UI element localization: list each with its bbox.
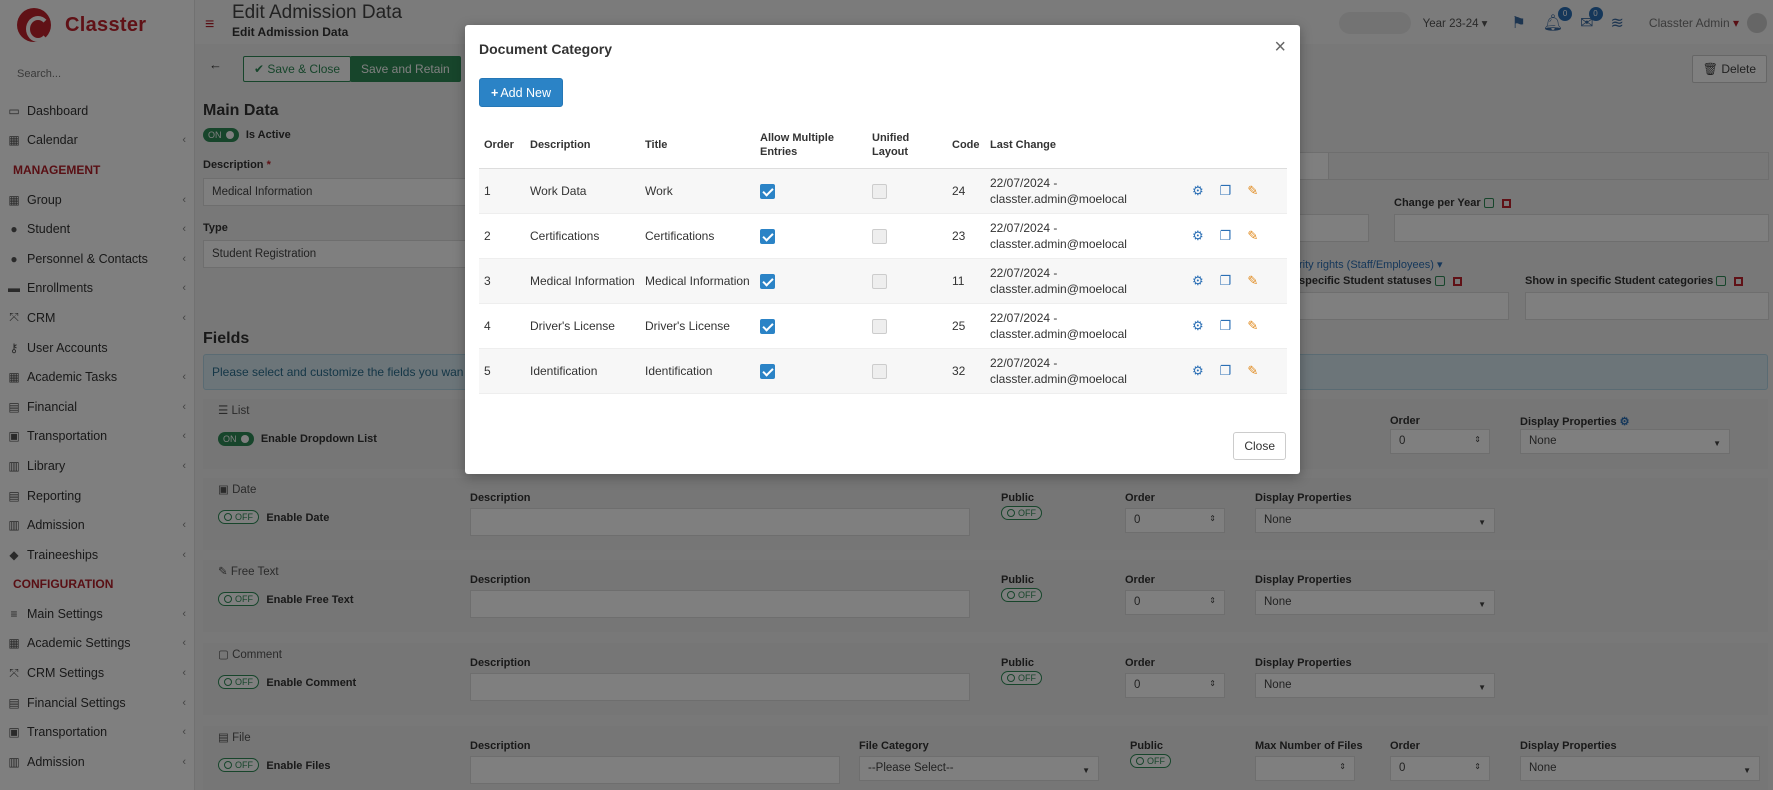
cell-description: Driver's License (525, 303, 640, 349)
cell-title: Certifications (640, 213, 755, 259)
cell-unified-layout (867, 348, 947, 394)
manage-fields-icon[interactable]: ⚙ (1192, 273, 1204, 289)
copy-icon[interactable]: ❐ (1220, 363, 1232, 379)
allow-multiple-checkbox[interactable] (760, 228, 775, 244)
cell-description: Certifications (525, 213, 640, 259)
copy-icon[interactable]: ❐ (1220, 183, 1232, 199)
col-description[interactable]: Description (525, 122, 640, 169)
col-last-change[interactable]: Last Change (985, 122, 1187, 169)
table-body: 1 Work Data Work 24 22/07/2024 - classter.ad… (479, 168, 1287, 394)
allow-multiple-checkbox[interactable] (760, 318, 775, 334)
edit-pencil-icon[interactable]: ✎ (1247, 183, 1258, 199)
cell-code: 25 (947, 303, 985, 349)
copy-icon[interactable]: ❐ (1220, 228, 1232, 244)
document-category-table: Order Description Title Allow Multiple E… (479, 122, 1287, 394)
edit-pencil-icon[interactable]: ✎ (1247, 273, 1258, 289)
cell-title: Work (640, 168, 755, 214)
col-allow-multiple[interactable]: Allow Multiple Entries (755, 122, 867, 169)
cell-unified-layout (867, 258, 947, 304)
table-row[interactable]: 4 Driver's License Driver's License 25 22/07… (479, 303, 1287, 349)
unified-layout-checkbox[interactable] (872, 228, 887, 244)
unified-layout-checkbox[interactable] (872, 363, 887, 379)
col-actions (1187, 122, 1287, 169)
cell-allow-multiple (755, 303, 867, 349)
cell-allow-multiple (755, 168, 867, 214)
cell-order: 2 (479, 213, 525, 259)
allow-multiple-checkbox[interactable] (760, 273, 775, 289)
cell-code: 24 (947, 168, 985, 214)
manage-fields-icon[interactable]: ⚙ (1192, 228, 1204, 244)
unified-layout-checkbox[interactable] (872, 183, 887, 199)
document-category-modal: Document Category × + Add New Order Descr… (465, 25, 1300, 474)
manage-fields-icon[interactable]: ⚙ (1192, 363, 1204, 379)
cell-code: 32 (947, 348, 985, 394)
cell-description: Work Data (525, 168, 640, 214)
cell-title: Medical Information (640, 258, 755, 304)
cell-description: Identification (525, 348, 640, 394)
cell-code: 23 (947, 213, 985, 259)
edit-pencil-icon[interactable]: ✎ (1247, 363, 1258, 379)
col-code[interactable]: Code (947, 122, 985, 169)
cell-unified-layout (867, 303, 947, 349)
cell-order: 4 (479, 303, 525, 349)
table-row[interactable]: 3 Medical Information Medical Information 1… (479, 258, 1287, 304)
copy-icon[interactable]: ❐ (1220, 273, 1232, 289)
modal-title: Document Category (479, 41, 613, 57)
edit-pencil-icon[interactable]: ✎ (1247, 318, 1258, 334)
cell-title: Identification (640, 348, 755, 394)
cell-last-change: 22/07/2024 - classter.admin@moelocal (985, 168, 1187, 214)
unified-layout-checkbox[interactable] (872, 273, 887, 289)
close-icon[interactable]: × (1274, 37, 1286, 57)
cell-actions: ⚙ ❐ ✎ (1187, 303, 1287, 349)
cell-allow-multiple (755, 258, 867, 304)
allow-multiple-checkbox[interactable] (760, 183, 775, 199)
cell-last-change: 22/07/2024 - classter.admin@moelocal (985, 303, 1187, 349)
col-unified-layout[interactable]: Unified Layout (867, 122, 947, 169)
cell-actions: ⚙ ❐ ✎ (1187, 213, 1287, 259)
cell-description: Medical Information (525, 258, 640, 304)
copy-icon[interactable]: ❐ (1220, 318, 1232, 334)
table-row[interactable]: 1 Work Data Work 24 22/07/2024 - classter.ad… (479, 168, 1287, 214)
unified-layout-checkbox[interactable] (872, 318, 887, 334)
cell-actions: ⚙ ❐ ✎ (1187, 348, 1287, 394)
cell-order: 1 (479, 168, 525, 214)
cell-allow-multiple (755, 348, 867, 394)
cell-order: 3 (479, 258, 525, 304)
allow-multiple-checkbox[interactable] (760, 363, 775, 379)
col-title[interactable]: Title (640, 122, 755, 169)
cell-last-change: 22/07/2024 - classter.admin@moelocal (985, 213, 1187, 259)
cell-unified-layout (867, 213, 947, 259)
cell-allow-multiple (755, 213, 867, 259)
manage-fields-icon[interactable]: ⚙ (1192, 318, 1204, 334)
table-row[interactable]: 2 Certifications Certifications 23 22/07/202… (479, 213, 1287, 259)
close-button[interactable]: Close (1233, 432, 1286, 460)
cell-order: 5 (479, 348, 525, 394)
edit-pencil-icon[interactable]: ✎ (1247, 228, 1258, 244)
cell-title: Driver's License (640, 303, 755, 349)
cell-actions: ⚙ ❐ ✎ (1187, 168, 1287, 214)
table-header-row: Order Description Title Allow Multiple E… (479, 122, 1287, 169)
table-row[interactable]: 5 Identification Identification 32 22/07/202… (479, 348, 1287, 394)
col-order[interactable]: Order (479, 122, 525, 169)
add-new-button[interactable]: + Add New (479, 78, 564, 107)
cell-code: 11 (947, 258, 985, 304)
cell-actions: ⚙ ❐ ✎ (1187, 258, 1287, 304)
cell-unified-layout (867, 168, 947, 214)
manage-fields-icon[interactable]: ⚙ (1192, 183, 1204, 199)
cell-last-change: 22/07/2024 - classter.admin@moelocal (985, 258, 1187, 304)
cell-last-change: 22/07/2024 - classter.admin@moelocal (985, 348, 1187, 394)
plus-icon: + (491, 85, 499, 100)
